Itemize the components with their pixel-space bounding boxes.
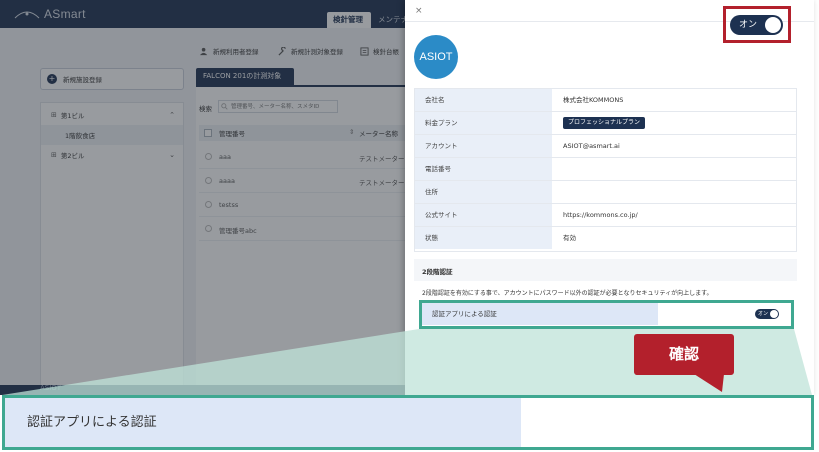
zoom-value-cell [521, 398, 811, 447]
toggle-label: オン [739, 20, 758, 30]
twofa-description: 2段階認証を有効にする事で、アカウントにパスワード以外の認証が必要となりセキュリ… [422, 290, 713, 297]
info-value: ASIOT@asmart.ai [563, 142, 620, 150]
info-row-plan: 料金プラン プロフェッショナルプラン [415, 112, 796, 135]
close-icon[interactable]: × [415, 6, 423, 16]
screenshot-stage: ASmart 検針管理 メンテナ + 新規施設登録 ⊞ 第1ビル ⌃ 1階飲食店 [0, 0, 819, 452]
info-row-phone: 電話番号 [415, 158, 796, 181]
info-row-company: 会社名 株式会社KOMMONS [415, 89, 796, 112]
twofa-title: 2段階認証 [422, 268, 453, 276]
account-detail-drawer: × ASIOT 会社名 株式会社KOMMONS 料金プラン プロフェッショナルプ… [405, 0, 814, 395]
info-row-website: 公式サイト https://kommons.co.jp/ [415, 204, 796, 227]
info-label: 料金プラン [415, 112, 552, 134]
confirm-callout: 確認 [634, 334, 734, 375]
plan-badge: プロフェッショナルプラン [563, 117, 646, 129]
zoom-auth-app-toggle[interactable]: オン [730, 15, 783, 35]
info-value: https://kommons.co.jp/ [563, 211, 638, 219]
company-logo: ASIOT [414, 35, 458, 79]
info-row-account: アカウント ASIOT@asmart.ai [415, 135, 796, 158]
zoom-panel: 認証アプリによる認証 [2, 395, 814, 450]
background-app: ASmart 検針管理 メンテナ + 新規施設登録 ⊞ 第1ビル ⌃ 1階飲食店 [0, 0, 405, 395]
info-row-status: 状態 有効 [415, 227, 796, 250]
info-label: 状態 [415, 227, 552, 249]
info-value: 株式会社KOMMONS [563, 96, 624, 104]
modal-overlay[interactable] [0, 0, 405, 395]
info-label: アカウント [415, 135, 552, 157]
zoom-auth-app-label: 認証アプリによる認証 [5, 398, 521, 447]
twofa-section-header: 2段階認証 [414, 259, 797, 281]
info-label: 電話番号 [415, 158, 552, 180]
info-label: 会社名 [415, 89, 552, 111]
toggle-knob [765, 17, 781, 33]
company-info-table: 会社名 株式会社KOMMONS 料金プラン プロフェッショナルプラン アカウント… [414, 88, 797, 252]
info-label: 住所 [415, 181, 552, 203]
info-value: 有効 [563, 234, 576, 242]
info-label: 公式サイト [415, 204, 552, 226]
highlight-frame [419, 300, 794, 329]
info-row-address: 住所 [415, 181, 796, 204]
